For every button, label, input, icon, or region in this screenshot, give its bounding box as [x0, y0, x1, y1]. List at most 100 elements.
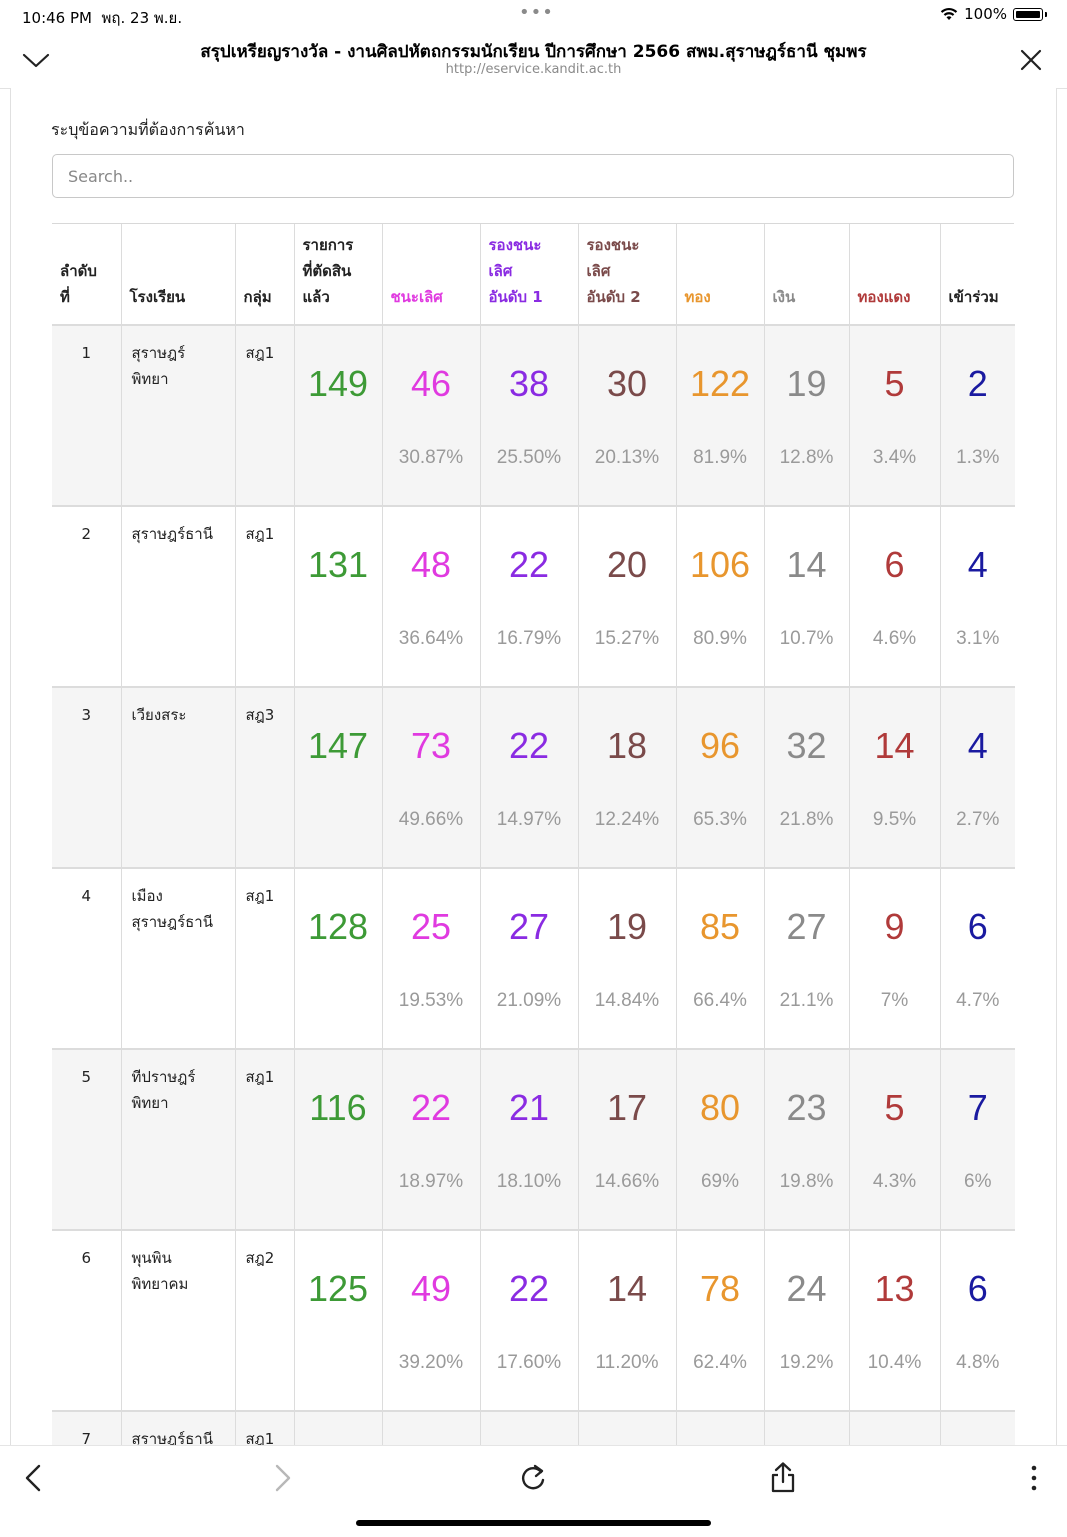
participate-percent: 1.3% — [956, 447, 1000, 468]
share-icon[interactable] — [765, 1460, 801, 1496]
cell-gold: 106 80.9% — [676, 506, 765, 687]
bronze-percent: 9.5% — [872, 809, 917, 830]
winner-count: 22 — [410, 1087, 452, 1128]
runner1-count: 22 — [508, 1268, 550, 1309]
cell-total: 149 — [294, 325, 383, 506]
winner-percent: 39.20% — [398, 1352, 464, 1373]
close-icon[interactable] — [1015, 44, 1047, 76]
cell-silver: 24 19.2% — [764, 1230, 850, 1411]
page-title: สรุปเหรียญรางวัล - งานศิลปหัตถกรรมนักเรี… — [200, 42, 867, 62]
table-row: 1 สุราษฎร์ พิทยา สฎ1 149 46 30.87% 38 25.50% 30 20… — [52, 325, 1015, 506]
cell-total: 131 — [294, 506, 383, 687]
participate-percent: 4.7% — [956, 990, 1000, 1011]
runner2-count: 20 — [606, 544, 648, 585]
participate-count: 6 — [967, 1268, 988, 1309]
header-group[interactable]: กลุ่ม — [235, 224, 295, 326]
battery-percent: 100% — [964, 5, 1007, 23]
cell-runner1: 27 21.09% — [480, 868, 579, 1049]
gold-count: 85 — [699, 906, 741, 947]
search-input[interactable] — [52, 154, 1014, 198]
silver-count: 23 — [786, 1087, 827, 1128]
silver-count: 27 — [786, 906, 827, 947]
runner2-percent: 15.27% — [594, 628, 660, 649]
participate-count: 4 — [967, 725, 988, 766]
winner-count: 48 — [410, 544, 452, 585]
participate-percent: 4.8% — [956, 1352, 1000, 1373]
cell-rank: 5 — [52, 1049, 122, 1230]
cell-bronze: 5 4.3% — [849, 1049, 941, 1230]
header-runner1[interactable]: รองชนะ เลิศ อันดับ 1 — [480, 224, 579, 326]
header-participate[interactable]: เข้าร่วม — [940, 224, 1015, 326]
header-silver[interactable]: เงิน — [764, 224, 850, 326]
participate-percent: 3.1% — [956, 628, 1000, 649]
cell-gold: 80 69% — [676, 1049, 765, 1230]
bronze-percent: 7% — [880, 990, 909, 1011]
cell-school: พุนพิน พิทยาคม — [121, 1230, 236, 1411]
reload-icon[interactable] — [515, 1460, 551, 1496]
participate-percent: 2.7% — [956, 809, 1000, 830]
more-options-icon[interactable] — [1016, 1460, 1052, 1496]
header-winner[interactable]: ชนะเลิศ — [382, 224, 481, 326]
gold-percent: 80.9% — [693, 628, 747, 649]
runner2-count: 19 — [606, 906, 648, 947]
table-row: 7 สุราษฎร์ธานี สฎ1 — [52, 1411, 1015, 1445]
cell-group: สฎ1 — [235, 1049, 295, 1230]
header-school[interactable]: โรงเรียน — [121, 224, 236, 326]
cell-group: สฎ1 — [235, 1411, 295, 1445]
bronze-percent: 4.6% — [872, 628, 917, 649]
cell-rank: 7 — [52, 1411, 122, 1445]
browser-nav-bar: สรุปเหรียญรางวัล - งานศิลปหัตถกรรมนักเรี… — [0, 32, 1067, 89]
cell-participate: 7 6% — [940, 1049, 1015, 1230]
cell-winner: 49 39.20% — [382, 1230, 481, 1411]
runner1-count: 22 — [508, 725, 550, 766]
bronze-count: 13 — [874, 1268, 915, 1309]
page-url: http://eservice.kandit.ac.th — [445, 62, 622, 77]
cell-winner — [382, 1411, 481, 1445]
silver-count: 14 — [786, 544, 827, 585]
header-gold[interactable]: ทอง — [676, 224, 765, 326]
forward-icon[interactable] — [264, 1460, 300, 1496]
cell-group: สฎ2 — [235, 1230, 295, 1411]
cell-total: 116 — [294, 1049, 383, 1230]
cell-runner2: 30 20.13% — [578, 325, 677, 506]
participate-percent: 6% — [964, 1171, 992, 1192]
runner1-percent: 18.10% — [496, 1171, 562, 1192]
header-bronze[interactable]: ทองแดง — [849, 224, 941, 326]
runner1-percent: 16.79% — [496, 628, 562, 649]
winner-count: 46 — [410, 363, 452, 404]
runner1-count: 27 — [508, 906, 550, 947]
runner1-percent: 14.97% — [496, 809, 562, 830]
cell-school: ทีปราษฎร์ พิทยา — [121, 1049, 236, 1230]
silver-percent: 21.8% — [779, 809, 834, 830]
wifi-icon — [940, 7, 958, 20]
silver-percent: 19.2% — [779, 1352, 834, 1373]
cell-runner1: 38 25.50% — [480, 325, 579, 506]
winner-percent: 19.53% — [398, 990, 464, 1011]
runner2-percent: 14.84% — [594, 990, 660, 1011]
cell-total: 147 — [294, 687, 383, 868]
table-header-row: ลำดับ ที่ โรงเรียน กลุ่ม รายการ ที่ตัดสินแ… — [52, 224, 1015, 326]
gold-percent: 66.4% — [693, 990, 747, 1011]
total-count: 147 — [307, 725, 369, 766]
cell-group: สฎ3 — [235, 687, 295, 868]
header-runner2[interactable]: รองชนะ เลิศ อันดับ 2 — [578, 224, 677, 326]
cell-school: เวียงสระ — [121, 687, 236, 868]
back-icon[interactable] — [16, 1460, 52, 1496]
chevron-down-icon[interactable] — [20, 44, 52, 76]
cell-silver: 32 21.8% — [764, 687, 850, 868]
cell-participate — [940, 1411, 1015, 1445]
runner1-count: 38 — [508, 363, 550, 404]
header-total[interactable]: รายการ ที่ตัดสิน แล้ว — [294, 224, 383, 326]
gold-percent: 81.9% — [693, 447, 747, 468]
multitask-dots-icon[interactable]: ••• — [519, 2, 554, 23]
browser-toolbar — [0, 1445, 1067, 1537]
header-rank[interactable]: ลำดับ ที่ — [52, 224, 122, 326]
winner-percent: 36.64% — [398, 628, 464, 649]
bronze-percent: 10.4% — [867, 1352, 922, 1373]
cell-winner: 22 18.97% — [382, 1049, 481, 1230]
cell-rank: 4 — [52, 868, 122, 1049]
runner1-count: 21 — [508, 1087, 550, 1128]
cell-silver: 19 12.8% — [764, 325, 850, 506]
cell-bronze: 14 9.5% — [849, 687, 941, 868]
cell-rank: 1 — [52, 325, 122, 506]
